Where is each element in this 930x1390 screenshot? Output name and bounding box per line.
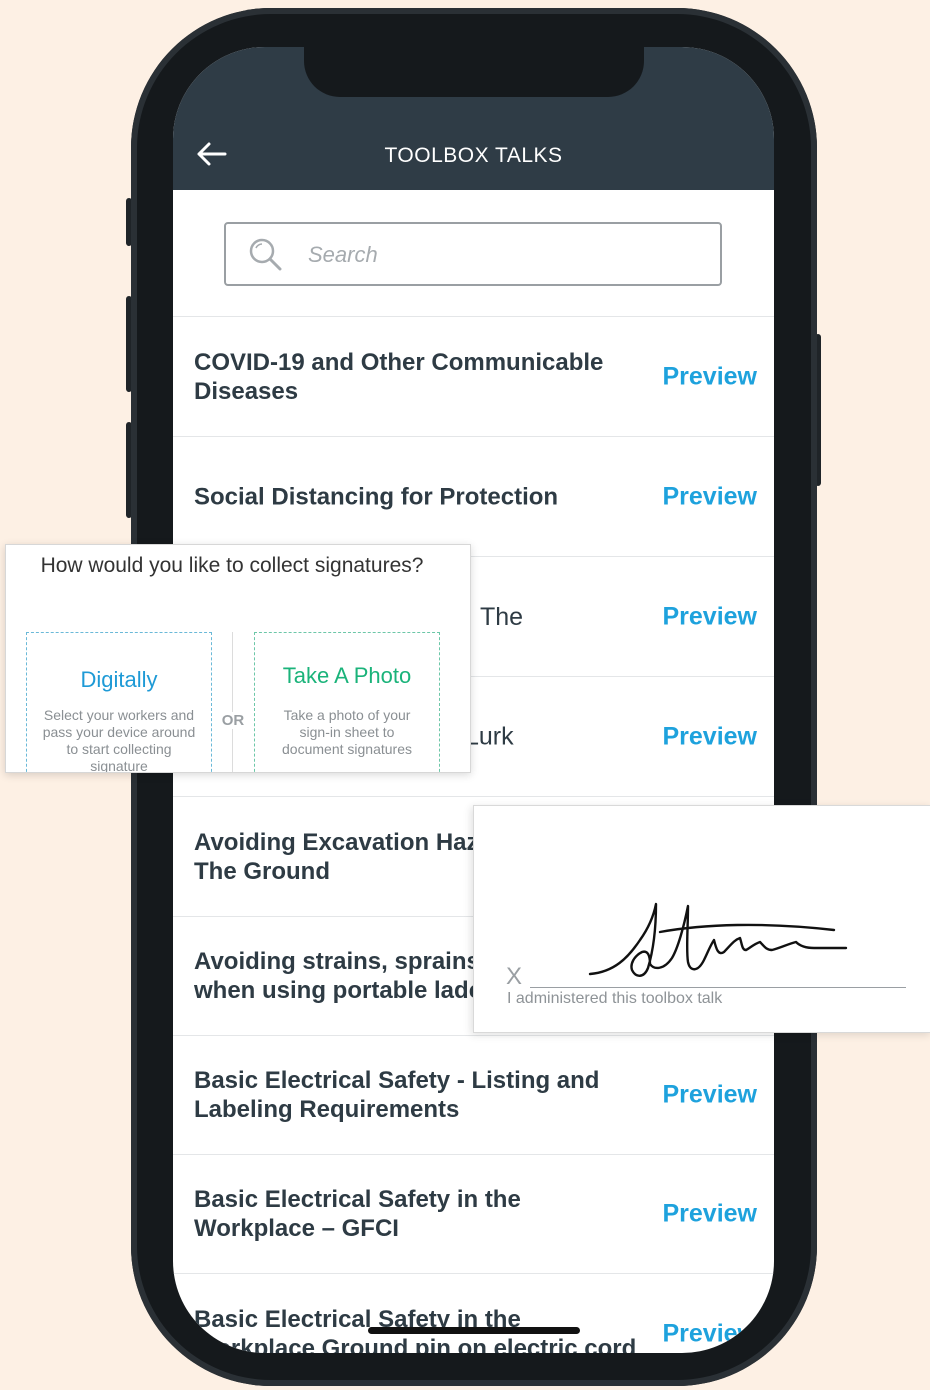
take-photo-option-description: Take a photo of your sign-in sheet to do… bbox=[282, 707, 412, 757]
preview-link[interactable]: Preview bbox=[662, 722, 757, 751]
list-item-title: Avoiding Excavation Haz The Ground bbox=[194, 828, 479, 885]
list-item-title: Lurk bbox=[465, 722, 514, 750]
list-item-title: COVID-19 and Other Communicable Diseases bbox=[194, 348, 604, 405]
preview-link[interactable]: Preview bbox=[662, 1081, 757, 1110]
search-input[interactable] bbox=[306, 224, 710, 286]
digitally-option-description: Select your workers and pass your device… bbox=[42, 707, 196, 773]
search-bar bbox=[173, 190, 774, 317]
list-item[interactable]: Basic Electrical Safety in the Workplace… bbox=[173, 1155, 774, 1274]
or-divider bbox=[232, 632, 233, 772]
digitally-option-title: Digitally bbox=[80, 667, 158, 692]
signature-method-popup: How would you like to collect signatures… bbox=[5, 544, 471, 773]
signature-label: I administered this toolbox talk bbox=[507, 990, 723, 1007]
list-item[interactable]: Basic Electrical Safety - Listing and La… bbox=[173, 1036, 774, 1155]
preview-link[interactable]: Preview bbox=[662, 1200, 757, 1229]
list-item[interactable]: Basic Electrical Safety in the Workplace… bbox=[173, 1274, 774, 1354]
preview-link[interactable]: Preview bbox=[662, 482, 757, 511]
signature-line bbox=[530, 987, 906, 988]
home-indicator[interactable] bbox=[368, 1327, 580, 1334]
phone-notch bbox=[304, 47, 644, 97]
signature-x-mark: X bbox=[506, 963, 523, 990]
preview-link[interactable]: Preview bbox=[662, 1319, 757, 1348]
list-item[interactable]: COVID-19 and Other Communicable Diseases… bbox=[173, 317, 774, 437]
take-photo-option-title: Take A Photo bbox=[282, 663, 412, 688]
search-box[interactable] bbox=[224, 222, 722, 286]
search-icon bbox=[249, 238, 282, 271]
signature-drawing[interactable] bbox=[584, 896, 864, 996]
preview-link[interactable]: Preview bbox=[662, 362, 757, 391]
digitally-option[interactable]: Digitally Select your workers and pass y… bbox=[26, 632, 212, 773]
or-label: OR bbox=[218, 712, 248, 729]
take-photo-option[interactable]: Take A Photo Take a photo of your sign-i… bbox=[254, 632, 440, 772]
list-item-title: The bbox=[480, 603, 524, 631]
list-item-title: Avoiding strains, sprains when using por… bbox=[194, 948, 483, 1004]
list-item[interactable]: Social Distancing for Protection Preview bbox=[173, 437, 774, 557]
list-item-title: Basic Electrical Safety in the Workplace… bbox=[194, 1186, 521, 1242]
signature-card: X I administered this toolbox talk bbox=[473, 805, 930, 1033]
page-title: TOOLBOX TALKS bbox=[384, 144, 563, 167]
list-item-title: Social Distancing for Protection bbox=[194, 483, 559, 510]
app-header: TOOLBOX TALKS bbox=[173, 47, 774, 190]
list-item-title: Basic Electrical Safety - Listing and La… bbox=[194, 1067, 600, 1123]
popup-question: How would you like to collect signatures… bbox=[40, 554, 424, 577]
preview-link[interactable]: Preview bbox=[662, 602, 757, 631]
